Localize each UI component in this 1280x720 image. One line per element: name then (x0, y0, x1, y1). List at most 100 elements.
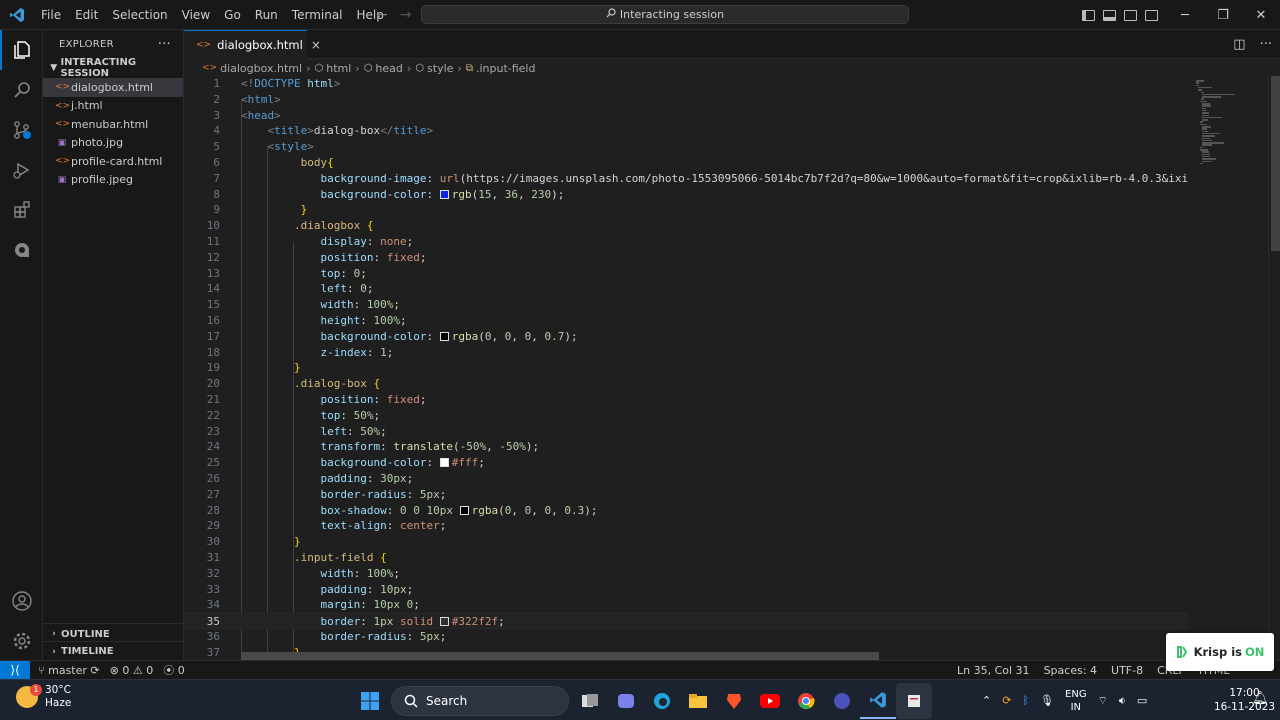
tab-dialogbox[interactable]: <> dialogbox.html × (184, 30, 321, 59)
code-line[interactable]: 7 background-image: url(https://images.u… (184, 171, 1188, 187)
code-line[interactable]: 8 background-color: rgb(15, 36, 230); (184, 187, 1188, 203)
notification-bell-icon[interactable]: 🔔︎ (1252, 691, 1269, 706)
code-line[interactable]: 17 background-color: rgba(0, 0, 0, 0.7); (184, 329, 1188, 345)
close-tab-icon[interactable]: × (311, 38, 321, 52)
whatsapp-icon[interactable] (824, 683, 860, 719)
menu-run[interactable]: Run (248, 0, 285, 30)
scrollbar-thumb[interactable] (1271, 76, 1280, 251)
vertical-scrollbar[interactable] (1268, 76, 1280, 660)
code-line[interactable]: 2 <html> (184, 92, 1188, 108)
language-indicator[interactable]: ENG IN (1065, 688, 1087, 714)
code-line[interactable]: 9 } (184, 202, 1188, 218)
code-line[interactable]: 27 border-radius: 5px; (184, 487, 1188, 503)
code-line[interactable]: 19 } (184, 360, 1188, 376)
code-line[interactable]: 31 .input-field { (184, 550, 1188, 566)
encoding[interactable]: UTF-8 (1111, 664, 1143, 677)
accounts-icon[interactable] (0, 581, 43, 621)
code-line[interactable]: 30 } (184, 534, 1188, 550)
code-line[interactable]: 21 position: fixed; (184, 392, 1188, 408)
code-line[interactable]: 32 width: 100%; (184, 566, 1188, 582)
color-swatch[interactable] (439, 189, 449, 199)
code-line[interactable]: 20 .dialog-box { (184, 376, 1188, 392)
code-line[interactable]: 24 transform: translate(-50%, -50%); (184, 439, 1188, 455)
code-line[interactable]: 12 position: fixed; (184, 250, 1188, 266)
timeline-section[interactable]: › TIMELINE (43, 641, 184, 661)
code-line[interactable]: 10 .dialogbox { (184, 218, 1188, 234)
menu-selection[interactable]: Selection (105, 0, 174, 30)
code-line[interactable]: 18 z-index: 1; (184, 345, 1188, 361)
file-item[interactable]: <> dialogbox.html (43, 78, 183, 97)
explorer-icon[interactable] (0, 30, 43, 70)
file-item[interactable]: ▣ profile.jpeg (43, 171, 183, 190)
bluetooth-icon[interactable]: ᛒ (1022, 694, 1029, 707)
task-view-icon[interactable] (572, 683, 608, 719)
code-line[interactable]: 13 top: 0; (184, 266, 1188, 282)
wifi-icon[interactable]: ⌔ (1098, 694, 1108, 708)
edge-browser-icon[interactable] (644, 683, 680, 719)
file-item[interactable]: <> menubar.html (43, 115, 183, 134)
menu-go[interactable]: Go (217, 0, 248, 30)
code-line[interactable]: 34 margin: 10px 0; (184, 597, 1188, 613)
chrome-browser-icon[interactable] (788, 683, 824, 719)
code-line[interactable]: 4 <title>dialog-box</title> (184, 123, 1188, 139)
code-line[interactable]: 1 <!DOCTYPE html> (184, 76, 1188, 92)
show-hidden-icons-icon[interactable]: ⌃ (982, 694, 991, 707)
more-actions-icon[interactable]: ··· (1260, 37, 1272, 52)
problems-indicator[interactable]: ⊗ 0 ⚠ 0 (110, 664, 154, 677)
source-control-icon[interactable] (0, 110, 43, 150)
breadcrumb-item[interactable]: html (326, 62, 351, 75)
cursor-position[interactable]: Ln 35, Col 31 (957, 664, 1030, 677)
breadcrumb-item[interactable]: .input-field (476, 62, 536, 75)
code-line[interactable]: 33 padding: 10px; (184, 582, 1188, 598)
forward-arrow-icon[interactable]: → (400, 7, 412, 23)
brave-browser-icon[interactable] (716, 683, 752, 719)
code-line[interactable]: 25 background-color: #fff; (184, 455, 1188, 471)
breadcrumb-item[interactable]: head (375, 62, 402, 75)
minimap[interactable] (1188, 76, 1268, 660)
color-swatch[interactable] (439, 617, 449, 627)
code-editor[interactable]: 1 <!DOCTYPE html> 2 <html> 3 <head> 4 <title>d… (184, 76, 1188, 660)
extensions-icon[interactable] (0, 190, 43, 230)
customize-layout-icon[interactable] (1145, 9, 1158, 21)
code-line[interactable]: 3 <head> (184, 108, 1188, 124)
branch-indicator[interactable]: ⑂ master ⟳ (38, 664, 100, 677)
snipping-tool-icon[interactable] (896, 682, 932, 719)
toggle-panel-icon[interactable] (1103, 9, 1116, 21)
command-center[interactable]: Interacting session (421, 5, 909, 24)
file-explorer-icon[interactable] (680, 683, 716, 719)
file-item[interactable]: <> j.html (43, 97, 183, 116)
code-line[interactable]: 36 border-radius: 5px; (184, 629, 1188, 645)
onedrive-sync-icon[interactable]: ⟳ (1002, 694, 1011, 707)
menu-terminal[interactable]: Terminal (285, 0, 350, 30)
code-line[interactable]: 28 box-shadow: 0 0 10px rgba(0, 0, 0, 0.… (184, 503, 1188, 519)
youtube-icon[interactable] (752, 683, 788, 719)
battery-icon[interactable]: ▭ (1137, 694, 1147, 707)
breadcrumb-item[interactable]: style (427, 62, 453, 75)
ports-indicator[interactable]: ⦿ 0 (163, 662, 185, 678)
teams-chat-icon[interactable] (608, 683, 644, 719)
code-line[interactable]: 16 height: 100%; (184, 313, 1188, 329)
code-line[interactable]: 35 border: 1px solid #322f2f; (184, 613, 1188, 629)
horizontal-scrollbar[interactable] (241, 652, 879, 660)
maximize-icon[interactable]: ❐ (1204, 0, 1242, 30)
code-line[interactable]: 14 left: 0; (184, 281, 1188, 297)
menu-view[interactable]: View (175, 0, 217, 30)
remote-indicator-icon[interactable]: ⟩⟨ (0, 660, 30, 680)
color-swatch[interactable] (439, 331, 449, 341)
back-arrow-icon[interactable]: ← (376, 7, 388, 23)
windows-start-icon[interactable] (352, 683, 388, 719)
file-item[interactable]: <> profile-card.html (43, 152, 183, 171)
search-sidebar-icon[interactable] (0, 70, 43, 110)
settings-gear-icon[interactable] (0, 621, 43, 661)
breadcrumb-item[interactable]: dialogbox.html (220, 62, 302, 75)
toggle-sidebar-icon[interactable] (1082, 9, 1095, 21)
volume-icon[interactable]: 🔉︎ (1119, 694, 1126, 708)
code-line[interactable]: 15 width: 100%; (184, 297, 1188, 313)
code-line[interactable]: 5 <style> (184, 139, 1188, 155)
color-swatch[interactable] (439, 458, 449, 468)
code-line[interactable]: 29 text-align: center; (184, 518, 1188, 534)
code-line[interactable]: 23 left: 50%; (184, 424, 1188, 440)
split-editor-icon[interactable]: ◫ (1233, 37, 1245, 52)
indentation[interactable]: Spaces: 4 (1044, 664, 1097, 677)
color-swatch[interactable] (459, 505, 469, 515)
